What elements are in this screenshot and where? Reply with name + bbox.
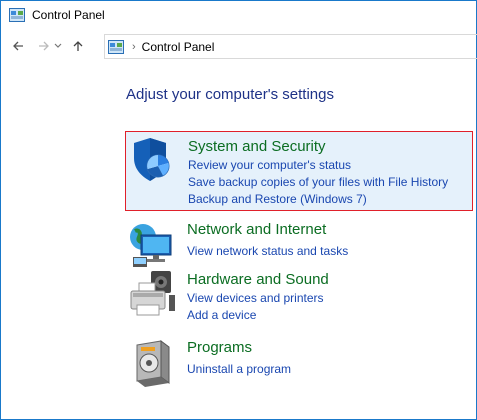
address-bar: › Control Panel	[1, 31, 477, 61]
chevron-down-icon	[54, 43, 62, 48]
forward-arrow-icon	[39, 41, 49, 51]
network-globe-icon	[130, 224, 172, 267]
category-hardware-and-sound[interactable]: Hardware and Sound View devices and prin…	[125, 269, 473, 327]
up-button[interactable]	[69, 35, 87, 57]
link-uninstall-program[interactable]: Uninstall a program	[187, 362, 291, 376]
back-arrow-icon	[13, 41, 23, 51]
link-network-status[interactable]: View network status and tasks	[187, 244, 348, 258]
control-panel-icon	[9, 8, 25, 22]
breadcrumb-control-panel[interactable]: Control Panel	[142, 40, 215, 54]
programs-box-icon	[136, 340, 170, 387]
recent-locations-button[interactable]	[53, 35, 63, 57]
link-review-status[interactable]: Review your computer's status	[188, 158, 351, 172]
category-system-and-security[interactable]: System and Security Review your computer…	[125, 131, 473, 211]
control-panel-icon	[108, 39, 124, 54]
address-box[interactable]: › Control Panel	[104, 34, 477, 59]
forward-button[interactable]	[35, 35, 53, 57]
window-title: Control Panel	[32, 8, 105, 22]
page-heading: Adjust your computer's settings	[126, 86, 334, 103]
category-network-and-internet[interactable]: Network and Internet View network status…	[125, 219, 473, 267]
category-title[interactable]: Programs	[187, 339, 252, 356]
printer-speaker-icon	[130, 271, 175, 316]
shield-icon	[134, 138, 170, 181]
breadcrumb-separator[interactable]: ›	[132, 41, 136, 53]
link-backup-restore[interactable]: Backup and Restore (Windows 7)	[188, 192, 367, 206]
link-add-device[interactable]: Add a device	[187, 308, 256, 322]
category-programs[interactable]: Programs Uninstall a program	[125, 337, 473, 387]
back-button[interactable]	[9, 35, 27, 57]
category-title[interactable]: Network and Internet	[187, 221, 326, 238]
link-file-history[interactable]: Save backup copies of your files with Fi…	[188, 175, 448, 189]
category-title[interactable]: System and Security	[188, 138, 326, 155]
link-devices-printers[interactable]: View devices and printers	[187, 291, 324, 305]
up-arrow-icon	[73, 41, 83, 51]
title-bar[interactable]: Control Panel	[1, 1, 476, 29]
control-panel-window: Control Panel › Control Panel Adjust you…	[0, 0, 477, 420]
category-title[interactable]: Hardware and Sound	[187, 271, 329, 288]
